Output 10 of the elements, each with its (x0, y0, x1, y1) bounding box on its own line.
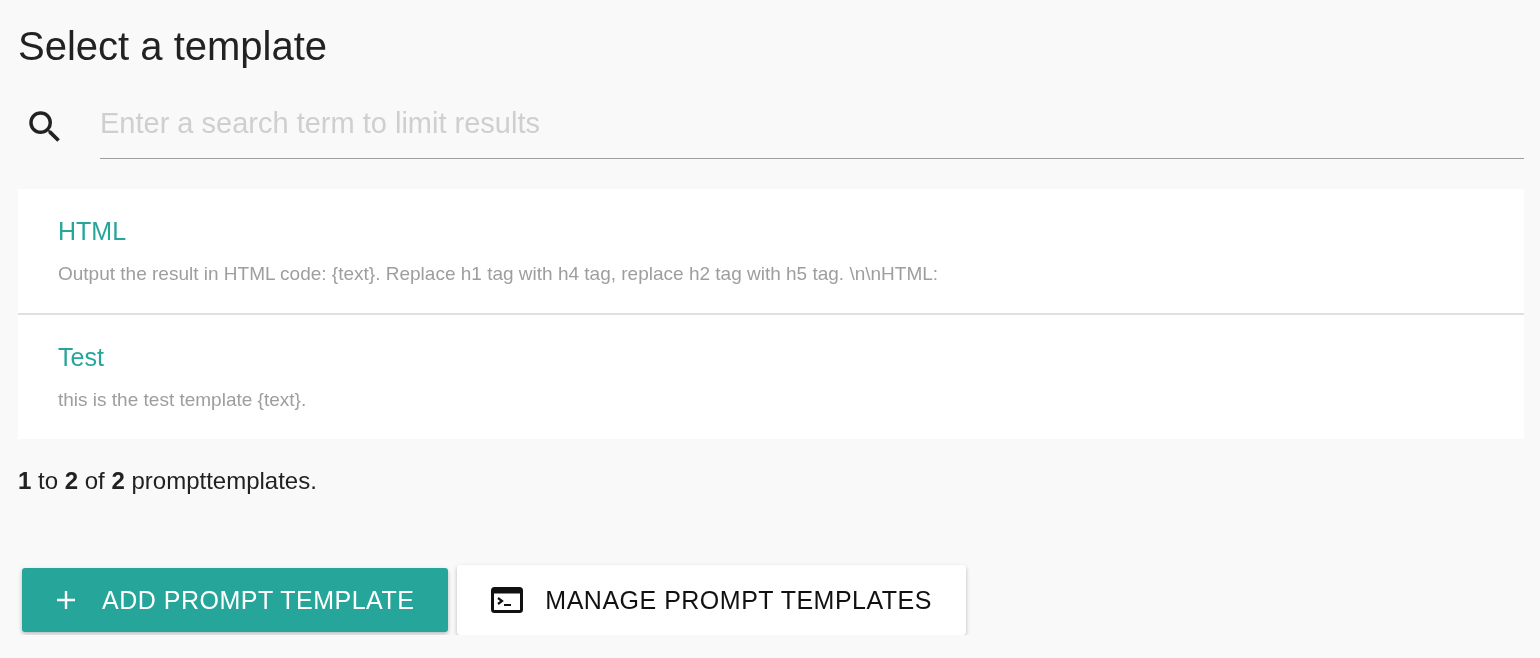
result-count: 1 to 2 of 2 prompttemplates. (18, 467, 318, 495)
add-template-button[interactable]: ADD PROMPT TEMPLATE (22, 568, 449, 632)
plus-icon (56, 590, 76, 610)
template-description: this is the test template {text}. (58, 389, 308, 411)
terminal-icon (491, 587, 524, 613)
template-name[interactable]: Test (58, 343, 1484, 372)
page-title: Select a template (18, 24, 329, 69)
manage-templates-button[interactable]: MANAGE PROMPT TEMPLATES (457, 565, 966, 635)
template-name[interactable]: HTML (58, 217, 1484, 246)
template-description: Output the result in HTML code: {text}. Replace h1 tag with h4 tag, replace h2 tag with h5 tag. \n\nHTML: (58, 263, 940, 285)
